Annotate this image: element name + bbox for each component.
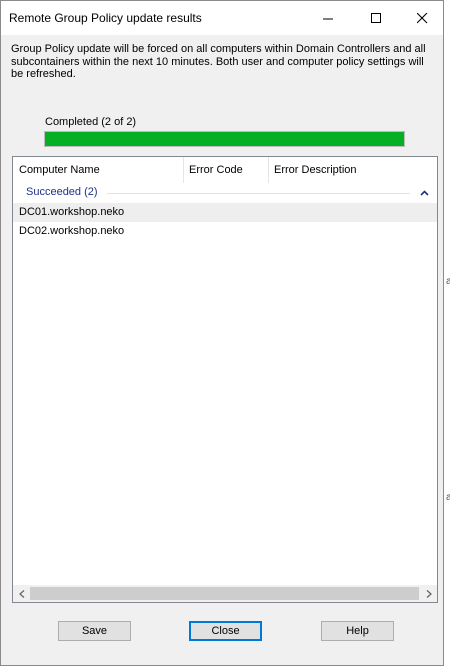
close-window-button[interactable] <box>399 1 445 35</box>
list-item[interactable]: DC01.workshop.neko <box>13 203 437 222</box>
save-button[interactable]: Save <box>58 621 131 641</box>
results-list[interactable]: Computer Name Error Code Error Descripti… <box>12 156 438 603</box>
column-header-error-code[interactable]: Error Code <box>183 157 268 183</box>
scroll-right-button[interactable] <box>420 585 437 602</box>
maximize-icon <box>370 12 381 23</box>
chevron-right-icon <box>426 589 432 598</box>
progress-bar <box>44 131 405 147</box>
group-label: Succeeded (2) <box>26 186 98 198</box>
chevron-left-icon <box>18 589 24 598</box>
minimize-icon <box>322 18 333 19</box>
close-button[interactable]: Close <box>189 621 262 641</box>
list-item[interactable]: DC02.workshop.neko <box>13 222 437 241</box>
group-divider <box>107 193 410 194</box>
dialog-window: Remote Group Policy update results Group… <box>0 0 444 666</box>
background-window-text: a <box>446 492 450 503</box>
update-description: Group Policy update will be forced on al… <box>11 43 426 80</box>
horizontal-scrollbar[interactable] <box>13 585 437 602</box>
minimize-button[interactable] <box>305 1 351 35</box>
help-button[interactable]: Help <box>321 621 394 641</box>
close-icon <box>416 12 427 23</box>
column-header-computer-name[interactable]: Computer Name <box>13 157 183 183</box>
column-header-error-description[interactable]: Error Description <box>268 157 437 183</box>
group-header-succeeded[interactable]: Succeeded (2) <box>13 183 437 203</box>
progress-bar-fill <box>45 132 404 146</box>
chevron-up-icon <box>419 190 429 196</box>
background-window-text: a <box>446 276 450 287</box>
maximize-button[interactable] <box>353 1 399 35</box>
progress-label: Completed (2 of 2) <box>45 116 137 128</box>
title-bar[interactable]: Remote Group Policy update results <box>1 1 443 35</box>
collapse-group-button[interactable] <box>418 187 430 199</box>
scrollbar-thumb[interactable] <box>30 587 419 600</box>
scroll-left-button[interactable] <box>13 585 30 602</box>
window-title: Remote Group Policy update results <box>9 11 202 25</box>
